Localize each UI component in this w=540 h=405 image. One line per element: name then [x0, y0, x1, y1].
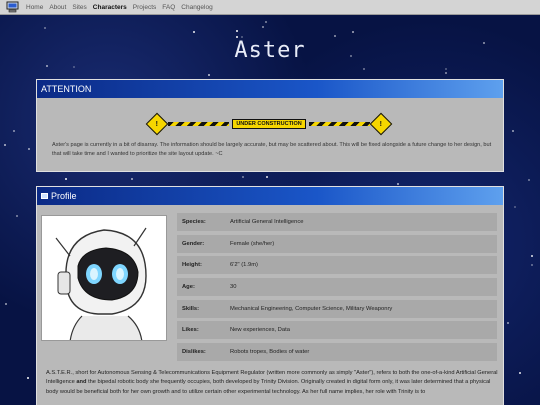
page-title: Aster	[234, 38, 306, 63]
star	[265, 175, 268, 178]
info-key: Age:	[182, 284, 195, 291]
info-key: Likes:	[182, 327, 199, 334]
star	[507, 321, 510, 324]
profile-info-table: Species: Artificial General Intelligence…	[177, 213, 497, 365]
under-construction-label: UNDER CONSTRUCTION	[232, 119, 306, 129]
hazard-stripe	[168, 122, 230, 126]
info-value: Female (she/her)	[230, 240, 275, 247]
info-key: Species:	[182, 219, 206, 225]
star	[445, 71, 447, 74]
star	[45, 65, 48, 68]
nav-link-home[interactable]: Home	[26, 4, 43, 11]
info-value: Artificial General Intelligence	[230, 219, 304, 225]
star	[511, 130, 514, 133]
star	[397, 182, 400, 185]
info-key: Skills:	[182, 305, 200, 312]
profile-header-title: Profile	[51, 191, 77, 201]
attention-header: ATTENTION	[37, 80, 503, 98]
star	[3, 144, 6, 147]
profile-header: Profile	[37, 187, 503, 205]
star	[15, 215, 18, 218]
star	[530, 264, 533, 267]
info-key: Gender:	[182, 240, 205, 247]
star	[192, 30, 195, 33]
star	[235, 30, 238, 33]
star	[362, 67, 365, 70]
profile-bio: A.S.T.E.R., short for Autonomous Sensing…	[46, 369, 498, 397]
star	[241, 176, 244, 179]
nav-link-sites[interactable]: Sites	[72, 4, 86, 11]
info-key: Dislikes:	[182, 349, 206, 356]
info-value: New experiences, Data	[230, 327, 290, 334]
hazard-stripe	[308, 122, 371, 126]
nav-link-characters[interactable]: Characters	[93, 4, 127, 11]
attention-message: Aster's page is currently in a bit of di…	[52, 142, 492, 157]
robot-portrait	[41, 215, 167, 341]
warning-sign-icon: !	[145, 112, 169, 136]
nav-link-about[interactable]: About	[49, 4, 66, 11]
attention-panel: ATTENTION ! UNDER CONSTRUCTION ! Aster's…	[36, 79, 504, 172]
info-row-likes: Likes: New experiences, Data	[177, 321, 497, 340]
star	[334, 34, 337, 37]
info-row-height: Height: 6'2" (1.9m)	[177, 256, 497, 275]
star	[208, 73, 211, 76]
star	[44, 27, 47, 30]
info-value: Robots tropes, Bodies of water	[230, 349, 310, 356]
star	[130, 177, 133, 180]
info-row-skills: Skills: Mechanical Engineering, Computer…	[177, 299, 497, 318]
star	[64, 178, 67, 181]
star	[261, 25, 264, 28]
info-row-age: Age: 30	[177, 278, 497, 297]
top-navbar: Home About Sites Characters Projects FAQ…	[0, 0, 540, 15]
warning-sign-icon: !	[369, 112, 393, 136]
star	[264, 20, 267, 23]
profile-panel: Profile Species: Artificial General Inte…	[36, 186, 504, 405]
nav-link-faq[interactable]: FAQ	[162, 4, 175, 11]
info-value: Mechanical Engineering, Computer Science…	[230, 305, 393, 312]
star	[26, 376, 29, 379]
star	[27, 147, 30, 150]
window-icon	[41, 193, 48, 199]
nav-link-changelog[interactable]: Changelog	[181, 4, 212, 11]
bio-text: the bipedal robotic body she frequently …	[46, 379, 491, 395]
star	[352, 30, 355, 33]
info-row-dislikes: Dislikes: Robots tropes, Bodies of water	[177, 343, 497, 362]
star	[12, 129, 15, 132]
nav-link-projects[interactable]: Projects	[133, 4, 156, 11]
under-construction-banner: ! UNDER CONSTRUCTION !	[145, 112, 393, 136]
info-value: 6'2" (1.9m)	[230, 262, 258, 269]
star	[528, 178, 531, 181]
star	[4, 303, 7, 306]
star	[445, 67, 448, 70]
star	[514, 206, 517, 209]
info-row-species: Species: Artificial General Intelligence	[177, 213, 497, 231]
info-key: Height:	[182, 262, 202, 269]
star	[73, 65, 76, 68]
info-value: 30	[230, 284, 237, 291]
star	[530, 254, 533, 257]
computer-icon[interactable]	[5, 0, 20, 15]
star	[519, 371, 522, 374]
bio-emphasis: and	[76, 379, 87, 386]
info-row-gender: Gender: Female (she/her)	[177, 234, 497, 253]
